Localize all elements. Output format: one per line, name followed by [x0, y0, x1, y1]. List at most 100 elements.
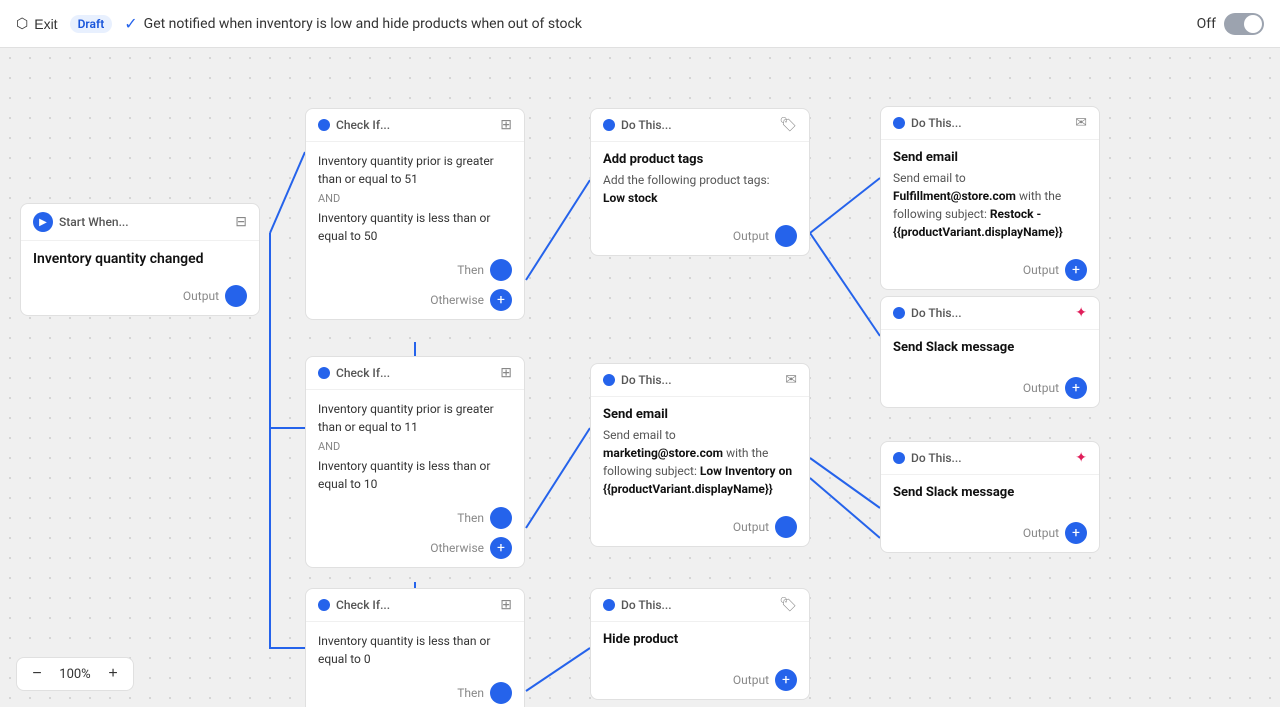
do4-email-icon: ✉ [1075, 115, 1087, 131]
do3-action-title: Hide product [603, 632, 797, 647]
check1-condition2: Inventory quantity is less than or equal… [318, 209, 512, 245]
do-this-node-3: Do This... 🏷 Hide product Output + [590, 588, 810, 700]
do2-title: Do This... [621, 373, 672, 387]
check2-header: Check If... ⊞ [306, 357, 524, 390]
do2-body-text: Send email to [603, 428, 676, 442]
do-this-node-1: Do This... 🏷 Add product tags Add the fo… [590, 108, 810, 256]
check1-body: Inventory quantity prior is greater than… [306, 142, 524, 255]
do3-header: Do This... 🏷 [591, 589, 809, 622]
do2-action-title: Send email [603, 407, 797, 422]
check-if-node-1: Check If... ⊞ Inventory quantity prior i… [305, 108, 525, 320]
do3-output-connector[interactable]: + [775, 669, 797, 691]
do4-header-left: Do This... [893, 116, 962, 130]
do4-email: Fulfillment@store.com [893, 189, 1016, 203]
exit-label: Exit [34, 16, 57, 32]
check1-header-left: Check If... [318, 118, 390, 132]
zoom-in-button[interactable]: + [101, 662, 125, 686]
do3-dot [603, 599, 615, 611]
start-node-title: Start When... [59, 215, 129, 229]
check2-otherwise-connector[interactable]: + [490, 537, 512, 559]
do2-output-row: Output [591, 508, 809, 546]
do6-action-title: Send Slack message [893, 485, 1087, 500]
topbar-left: ⬡ Exit Draft ✓ Get notified when invento… [16, 14, 582, 33]
do4-body-text: Send email to [893, 171, 966, 185]
do5-body: Send Slack message [881, 330, 1099, 369]
do6-output-connector[interactable]: + [1065, 522, 1087, 544]
do-this-node-5: Do This... ✦ Send Slack message Output + [880, 296, 1100, 408]
topbar-title: ✓ Get notified when inventory is low and… [124, 14, 582, 33]
check2-settings-icon[interactable]: ⊞ [500, 365, 512, 381]
check2-otherwise-label: Otherwise [430, 541, 484, 555]
do5-header-left: Do This... [893, 306, 962, 320]
do3-output-row: Output + [591, 661, 809, 699]
check1-header: Check If... ⊞ [306, 109, 524, 142]
do-this-node-4: Do This... ✉ Send email Send email to Fu… [880, 106, 1100, 290]
do5-title: Do This... [911, 306, 962, 320]
do5-dot [893, 307, 905, 319]
do4-header: Do This... ✉ [881, 107, 1099, 140]
check1-then-row: Then [306, 255, 524, 285]
do5-output-label: Output [1023, 381, 1059, 395]
do6-body: Send Slack message [881, 475, 1099, 514]
do2-email-icon: ✉ [785, 372, 797, 388]
do4-action-body: Send email to Fulfillment@store.com with… [893, 169, 1087, 241]
check1-settings-icon[interactable]: ⊞ [500, 117, 512, 133]
check2-then-connector[interactable] [490, 507, 512, 529]
check2-condition1: Inventory quantity prior is greater than… [318, 400, 512, 436]
exit-button[interactable]: ⬡ Exit [16, 15, 58, 32]
do1-output-row: Output [591, 217, 809, 255]
do1-title: Do This... [621, 118, 672, 132]
check2-and: AND [318, 440, 512, 453]
check3-body: Inventory quantity is less than or equal… [306, 622, 524, 678]
do-this-node-2: Do This... ✉ Send email Send email to ma… [590, 363, 810, 547]
do2-dot [603, 374, 615, 386]
do5-slack-icon: ✦ [1075, 305, 1087, 321]
do6-dot [893, 452, 905, 464]
zoom-out-button[interactable]: − [25, 662, 49, 686]
do2-action-body: Send email to marketing@store.com with t… [603, 426, 797, 498]
check1-otherwise-label: Otherwise [430, 293, 484, 307]
check3-settings-icon[interactable]: ⊞ [500, 597, 512, 613]
do5-output-connector[interactable]: + [1065, 377, 1087, 399]
do-this-node-6: Do This... ✦ Send Slack message Output + [880, 441, 1100, 553]
do4-output-label: Output [1023, 263, 1059, 277]
do2-output-connector[interactable] [775, 516, 797, 538]
check3-then-connector[interactable] [490, 682, 512, 704]
do3-output-label: Output [733, 673, 769, 687]
start-node-header-left: ▶ Start When... [33, 212, 129, 232]
check1-condition1: Inventory quantity prior is greater than… [318, 152, 512, 188]
start-node: ▶ Start When... ⊟ Inventory quantity cha… [20, 203, 260, 316]
draft-badge: Draft [70, 15, 113, 33]
check2-title: Check If... [336, 366, 390, 380]
do1-body: Add product tags Add the following produ… [591, 142, 809, 217]
check2-condition2: Inventory quantity is less than or equal… [318, 457, 512, 493]
exit-icon: ⬡ [16, 15, 28, 32]
check1-then-connector[interactable] [490, 259, 512, 281]
check1-otherwise-connector[interactable]: + [490, 289, 512, 311]
do6-output-row: Output + [881, 514, 1099, 552]
check-if-node-2: Check If... ⊞ Inventory quantity prior i… [305, 356, 525, 568]
do3-title: Do This... [621, 598, 672, 612]
check2-then-label: Then [457, 511, 484, 525]
check2-header-left: Check If... [318, 366, 390, 380]
do1-dot [603, 119, 615, 131]
play-icon: ▶ [33, 212, 53, 232]
do6-header-left: Do This... [893, 451, 962, 465]
toggle-switch[interactable] [1224, 13, 1264, 35]
zoom-controls: − 100% + [16, 657, 134, 691]
check1-then-label: Then [457, 263, 484, 277]
do5-action-title: Send Slack message [893, 340, 1087, 355]
do5-header: Do This... ✦ [881, 297, 1099, 330]
do6-slack-icon: ✦ [1075, 450, 1087, 466]
do4-body: Send email Send email to Fulfillment@sto… [881, 140, 1099, 251]
check2-otherwise-row: Otherwise + [306, 533, 524, 567]
check2-then-row: Then [306, 503, 524, 533]
do1-action-body: Add the following product tags: Low stoc… [603, 171, 797, 207]
do1-header-left: Do This... [603, 118, 672, 132]
start-node-body: Inventory quantity changed [21, 241, 259, 277]
do1-output-connector[interactable] [775, 225, 797, 247]
check3-header-left: Check If... [318, 598, 390, 612]
do1-output-label: Output [733, 229, 769, 243]
start-output-connector[interactable] [225, 285, 247, 307]
do4-output-connector[interactable]: + [1065, 259, 1087, 281]
